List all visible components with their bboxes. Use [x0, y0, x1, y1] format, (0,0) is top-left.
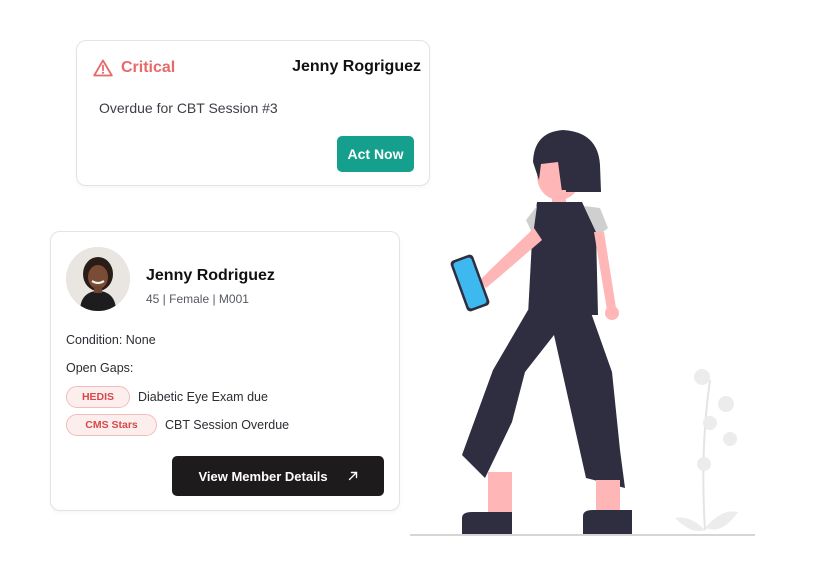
arrow-up-right-icon	[348, 471, 358, 481]
avatar-photo	[66, 247, 130, 311]
gap-text: CBT Session Overdue	[165, 418, 290, 432]
alert-card: Critical Jenny Rogriguez Overdue for CBT…	[76, 40, 430, 186]
avatar	[66, 247, 130, 311]
member-name: Jenny Rodriguez	[146, 267, 275, 284]
view-member-details-button[interactable]: View Member Details	[172, 456, 384, 496]
alert-message: Overdue for CBT Session #3	[99, 100, 278, 116]
woman-with-phone-illustration	[410, 130, 755, 536]
open-gaps-label: Open Gaps:	[66, 361, 134, 375]
condition-value: None	[125, 333, 156, 347]
member-meta: 45 | Female | M001	[146, 292, 249, 306]
warning-triangle-icon	[93, 59, 113, 77]
plant-decoration	[675, 369, 738, 532]
gap-row: HEDIS Diabetic Eye Exam due	[66, 386, 268, 408]
condition-label: Condition:	[66, 333, 123, 347]
gap-text: Diabetic Eye Exam due	[138, 390, 268, 404]
gap-badge-cms-stars: CMS Stars	[66, 414, 157, 436]
view-details-label: View Member Details	[198, 468, 328, 484]
alert-patient-name: Jenny Rogriguez	[292, 58, 421, 75]
member-card: Jenny Rodriguez 45 | Female | M001 Condi…	[50, 231, 400, 511]
gap-badge-hedis: HEDIS	[66, 386, 130, 408]
severity-label: Critical	[121, 59, 176, 76]
condition-row: Condition: None	[66, 333, 156, 347]
gap-row: CMS Stars CBT Session Overdue	[66, 414, 289, 436]
alert-severity: Critical	[93, 59, 175, 77]
